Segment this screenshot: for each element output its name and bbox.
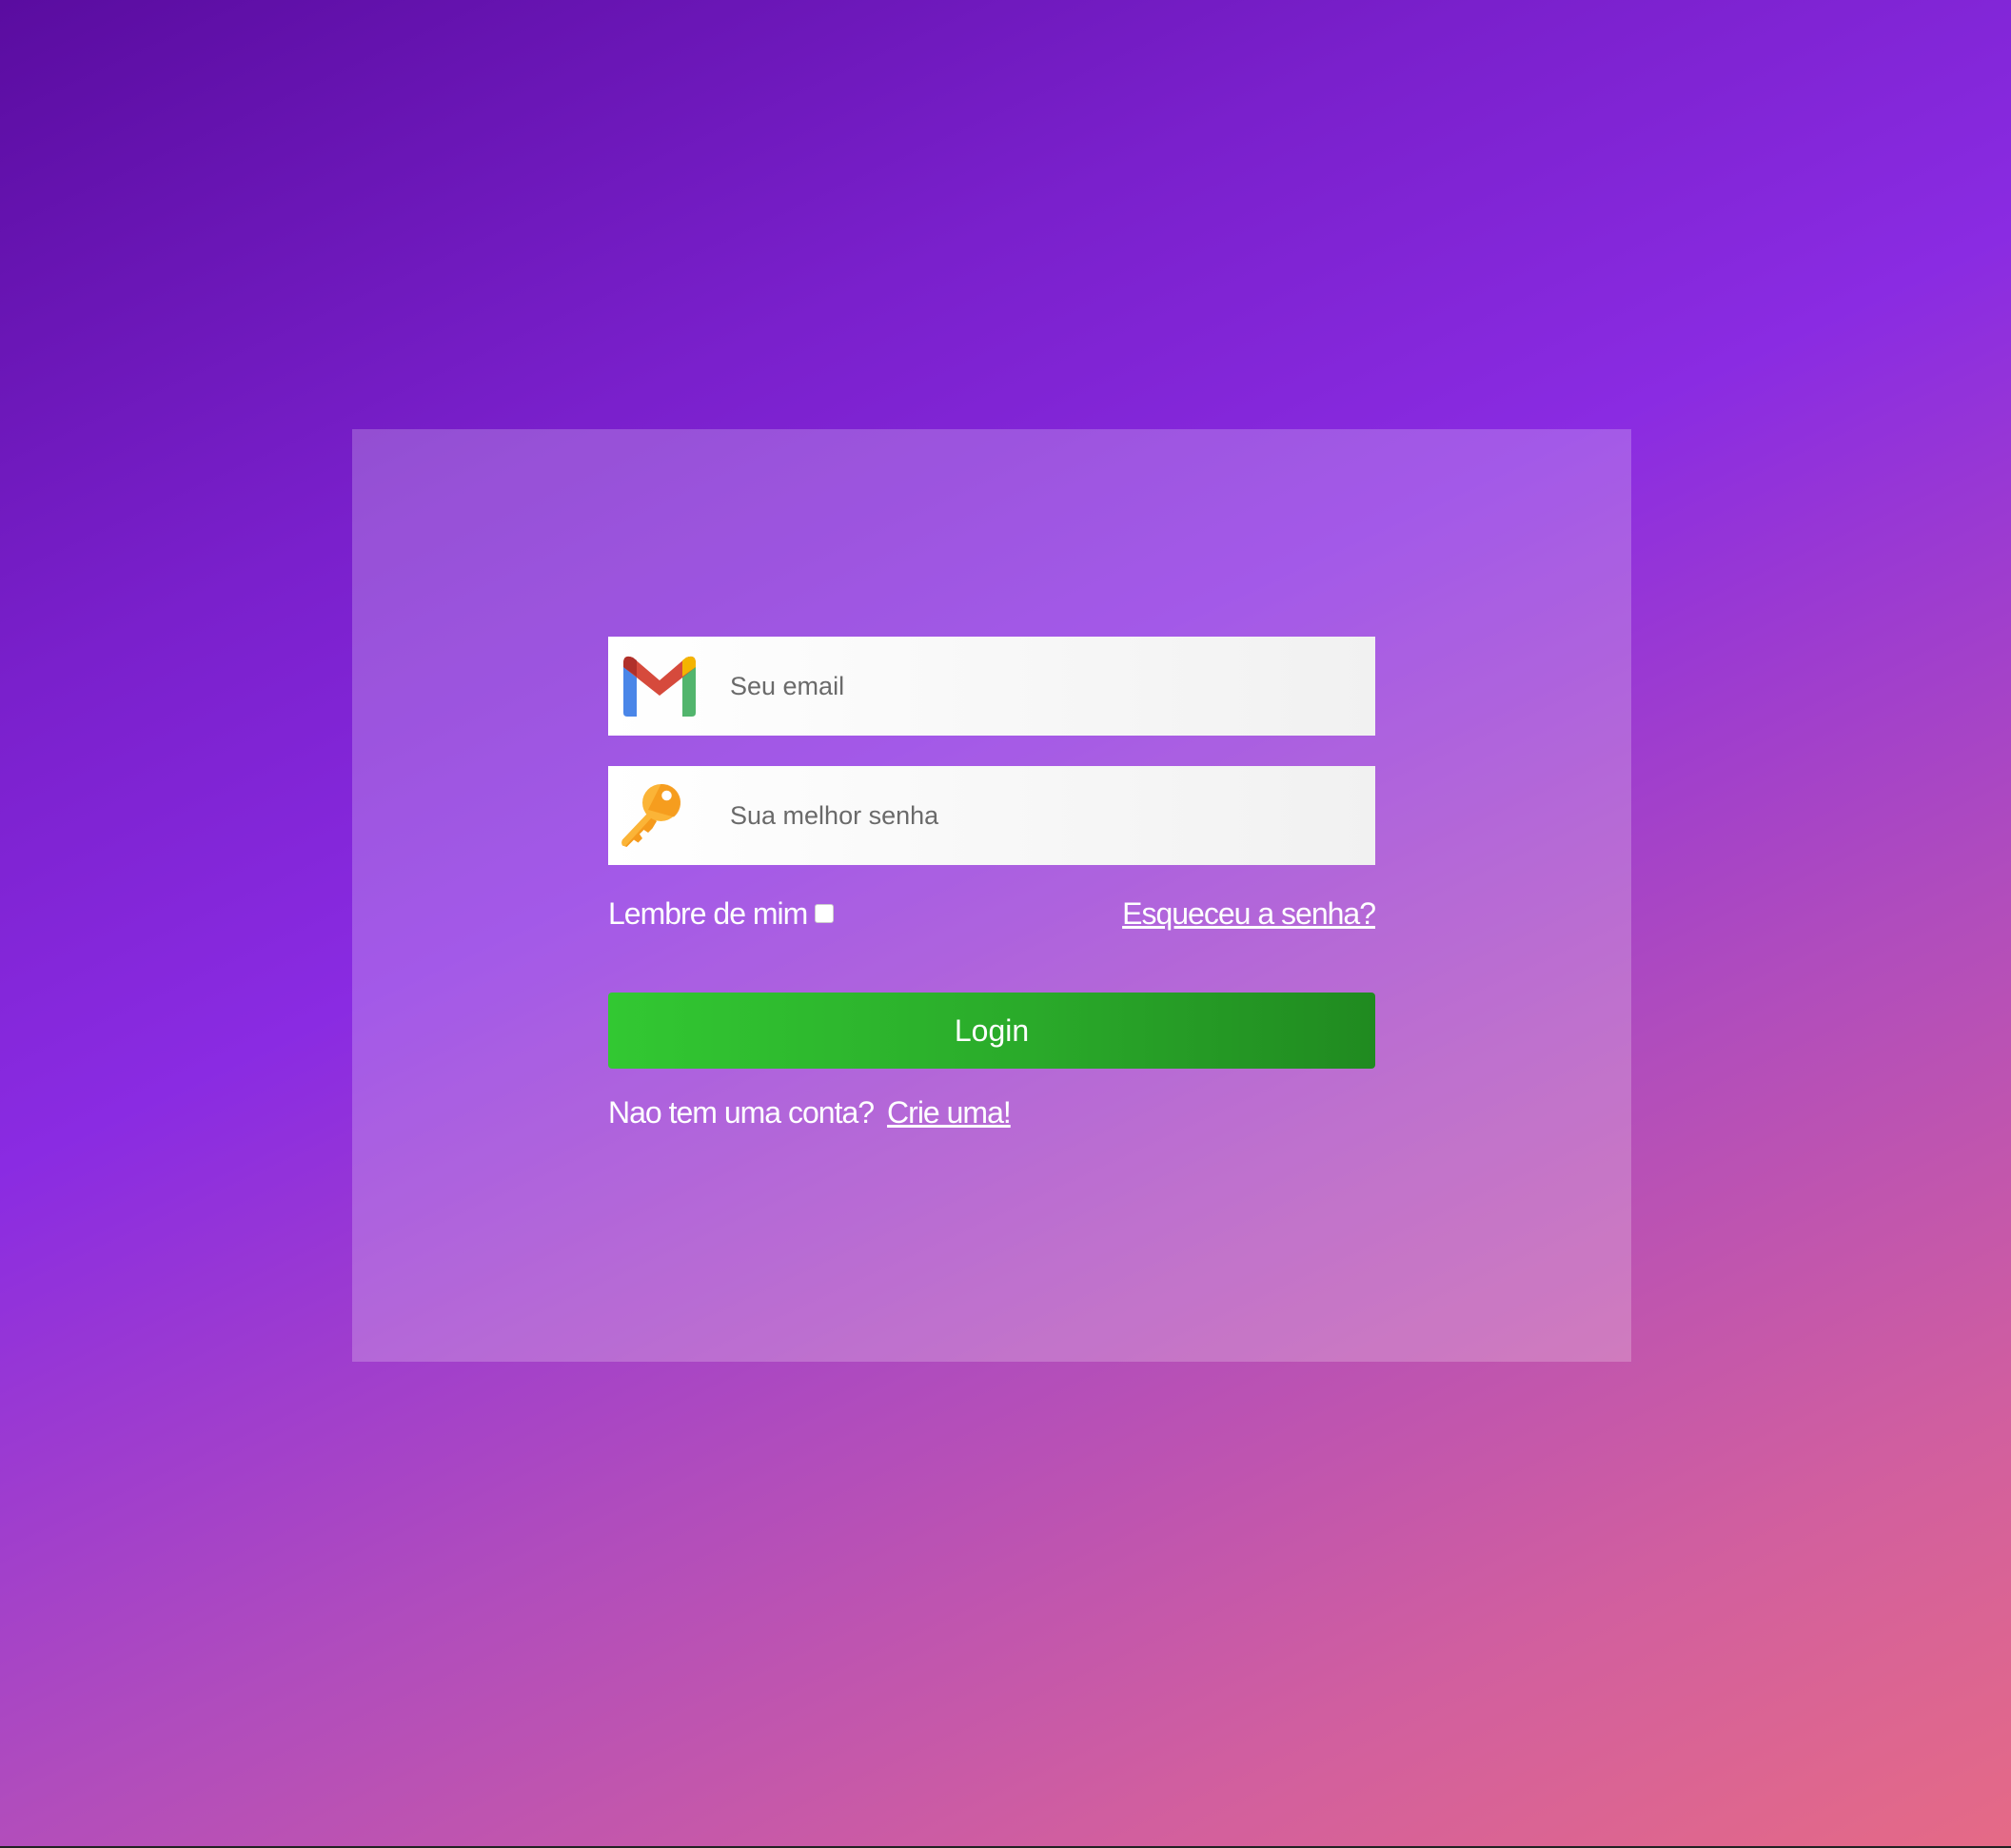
- key-icon: [620, 781, 700, 850]
- remember-me-label: Lembre de mim: [608, 895, 808, 931]
- remember-me-checkbox[interactable]: [815, 904, 835, 923]
- signup-link[interactable]: Crie uma!: [887, 1095, 1012, 1130]
- login-card: Lembre de mim Esqueceu a senha? Login Na…: [352, 429, 1631, 1362]
- gmail-icon: [620, 652, 700, 720]
- no-account-text: Nao tem uma conta?: [608, 1095, 875, 1130]
- login-form: Lembre de mim Esqueceu a senha? Login Na…: [608, 637, 1376, 1135]
- email-field: [608, 637, 1375, 736]
- login-button[interactable]: Login: [608, 993, 1375, 1069]
- forgot-password-link[interactable]: Esqueceu a senha?: [1122, 890, 1376, 937]
- remember-me[interactable]: Lembre de mim: [608, 890, 835, 937]
- email-input[interactable]: [730, 637, 1358, 736]
- signup-row: Nao tem uma conta? Crie uma!: [608, 1090, 1375, 1135]
- options-row: Lembre de mim Esqueceu a senha?: [608, 890, 1376, 937]
- password-input[interactable]: [730, 766, 1358, 865]
- password-field: [608, 766, 1375, 865]
